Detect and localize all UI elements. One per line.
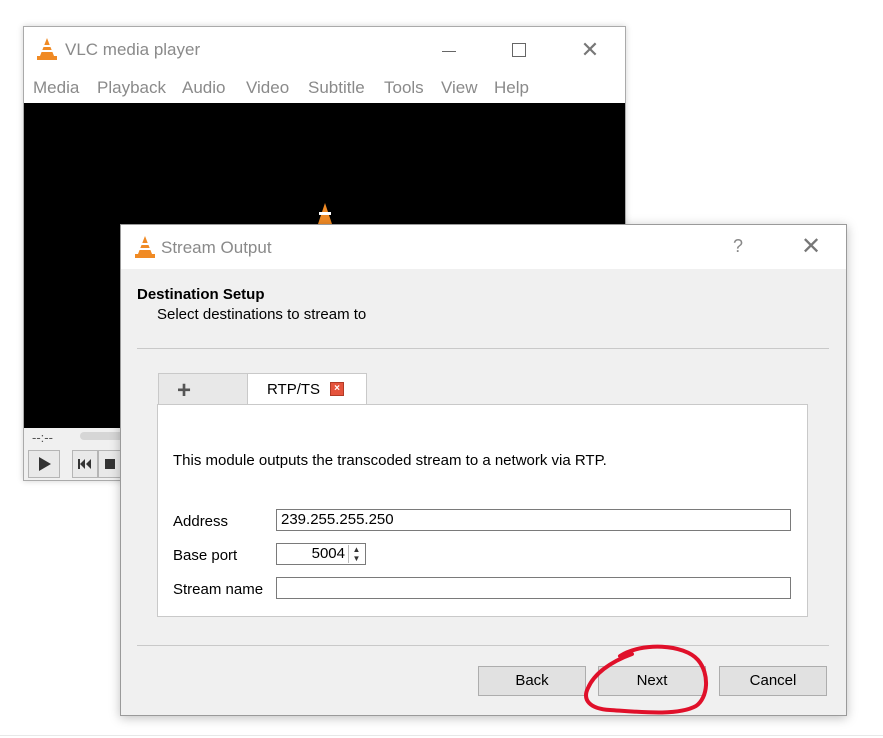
stop-icon	[105, 459, 115, 469]
close-icon[interactable]: ✕	[801, 232, 821, 261]
menu-tools[interactable]: Tools	[384, 78, 424, 98]
stream-output-dialog: Stream Output ? ✕ Destination Setup Sele…	[120, 224, 847, 716]
previous-icon	[78, 459, 91, 469]
divider	[137, 348, 829, 349]
base-port-label: Base port	[173, 547, 238, 564]
play-icon	[39, 457, 51, 471]
plus-icon: +	[177, 377, 192, 404]
vlc-cone-icon	[135, 236, 155, 258]
tab-add-destination[interactable]: +	[158, 373, 248, 405]
section-title: Destination Setup	[137, 286, 265, 303]
stream-name-label: Stream name	[173, 581, 264, 598]
menu-playback[interactable]: Playback	[97, 78, 166, 98]
menu-bar: Media Playback Audio Video Subtitle Tool…	[24, 74, 625, 102]
tab-panel: This module outputs the transcoded strea…	[157, 404, 808, 617]
divider	[137, 645, 829, 646]
close-icon[interactable]: ✕	[576, 37, 604, 63]
dialog-title-bar: Stream Output ? ✕	[121, 225, 846, 269]
stop-button[interactable]	[98, 450, 122, 478]
base-port-value: 5004	[311, 545, 345, 562]
elapsed-time: --:--	[32, 430, 53, 445]
menu-view[interactable]: View	[441, 78, 478, 98]
address-label: Address	[173, 513, 229, 530]
menu-media[interactable]: Media	[33, 78, 79, 98]
window-title: VLC media player	[65, 40, 201, 59]
minimize-icon[interactable]	[436, 37, 464, 63]
base-port-stepper[interactable]: 5004 ▲ ▼	[276, 543, 366, 565]
vlc-cone-icon	[37, 38, 57, 60]
menu-video[interactable]: Video	[246, 78, 289, 98]
dialog-title: Stream Output	[161, 238, 272, 257]
tab-rtp-ts[interactable]: RTP/TS ×	[247, 373, 367, 406]
maximize-icon[interactable]	[505, 37, 533, 63]
address-field[interactable]: 239.255.255.250	[276, 509, 791, 531]
divider	[0, 735, 883, 736]
previous-button[interactable]	[72, 450, 98, 478]
menu-subtitle[interactable]: Subtitle	[308, 78, 365, 98]
close-tab-icon[interactable]: ×	[330, 382, 344, 396]
module-description: This module outputs the transcoded strea…	[173, 452, 607, 469]
stream-name-field[interactable]	[276, 577, 791, 599]
spin-down-icon[interactable]: ▼	[348, 554, 364, 563]
play-button[interactable]	[28, 450, 60, 478]
menu-audio[interactable]: Audio	[182, 78, 225, 98]
menu-help[interactable]: Help	[494, 78, 529, 98]
back-button[interactable]: Back	[478, 666, 586, 696]
cancel-button[interactable]: Cancel	[719, 666, 827, 696]
tab-label: RTP/TS	[267, 381, 321, 398]
next-button[interactable]: Next	[598, 666, 706, 696]
title-bar: VLC media player ✕	[24, 27, 625, 73]
section-subtitle: Select destinations to stream to	[157, 306, 367, 323]
spin-up-icon[interactable]: ▲	[348, 545, 364, 554]
help-icon[interactable]: ?	[733, 236, 743, 257]
